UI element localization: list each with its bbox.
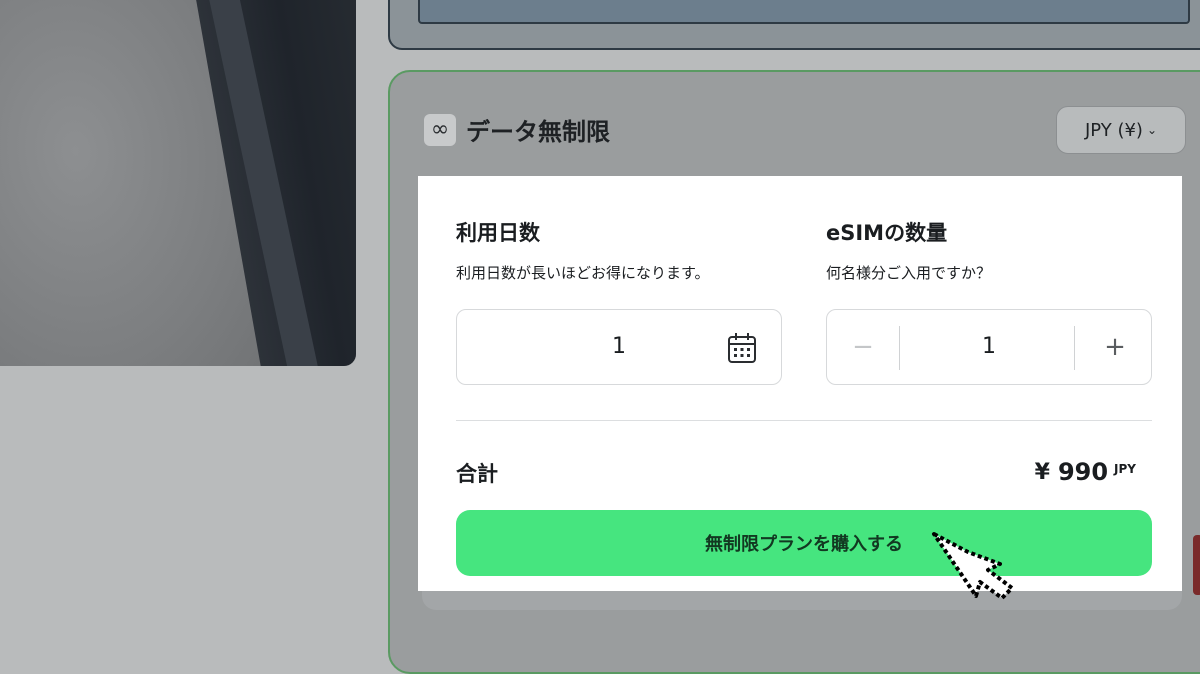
calendar-icon[interactable]	[727, 332, 757, 364]
decrement-button[interactable]: −	[827, 310, 899, 383]
yen-symbol: ¥	[1034, 460, 1050, 485]
total-price: ¥ 990 JPY	[1035, 458, 1136, 486]
previous-plan-card	[388, 0, 1200, 50]
plan-header: ∞ データ無制限	[424, 112, 610, 147]
quantity-title: eSIMの数量	[826, 221, 948, 245]
buy-unlimited-plan-button[interactable]: 無制限プランを購入する	[456, 510, 1152, 576]
quantity-value[interactable]: 1	[899, 334, 1079, 359]
currency-label: JPY (¥)	[1084, 119, 1143, 141]
hero-photo	[0, 0, 356, 366]
days-title: 利用日数	[456, 221, 540, 245]
chevron-down-icon: ⌄	[1146, 123, 1158, 137]
divider	[456, 420, 1152, 421]
previous-plan-card-inner	[418, 0, 1190, 24]
days-subtitle: 利用日数が長いほどお得になります。	[456, 264, 710, 282]
stepper-divider-right	[1074, 326, 1075, 370]
edge-element	[1193, 535, 1200, 595]
increment-button[interactable]: +	[1079, 310, 1151, 383]
currency-select[interactable]: JPY (¥) ⌄	[1056, 106, 1186, 154]
infinity-icon: ∞	[424, 113, 456, 146]
total-label: 合計	[456, 462, 498, 486]
total-currency: JPY	[1114, 462, 1136, 476]
pointer-cursor-icon	[932, 532, 1014, 600]
quantity-subtitle: 何名様分ご入用ですか？	[826, 264, 992, 282]
days-input[interactable]: 1	[456, 309, 782, 385]
total-amount: 990	[1057, 458, 1109, 486]
quantity-stepper: − 1 +	[826, 309, 1152, 385]
plan-title: データ無制限	[466, 118, 610, 146]
